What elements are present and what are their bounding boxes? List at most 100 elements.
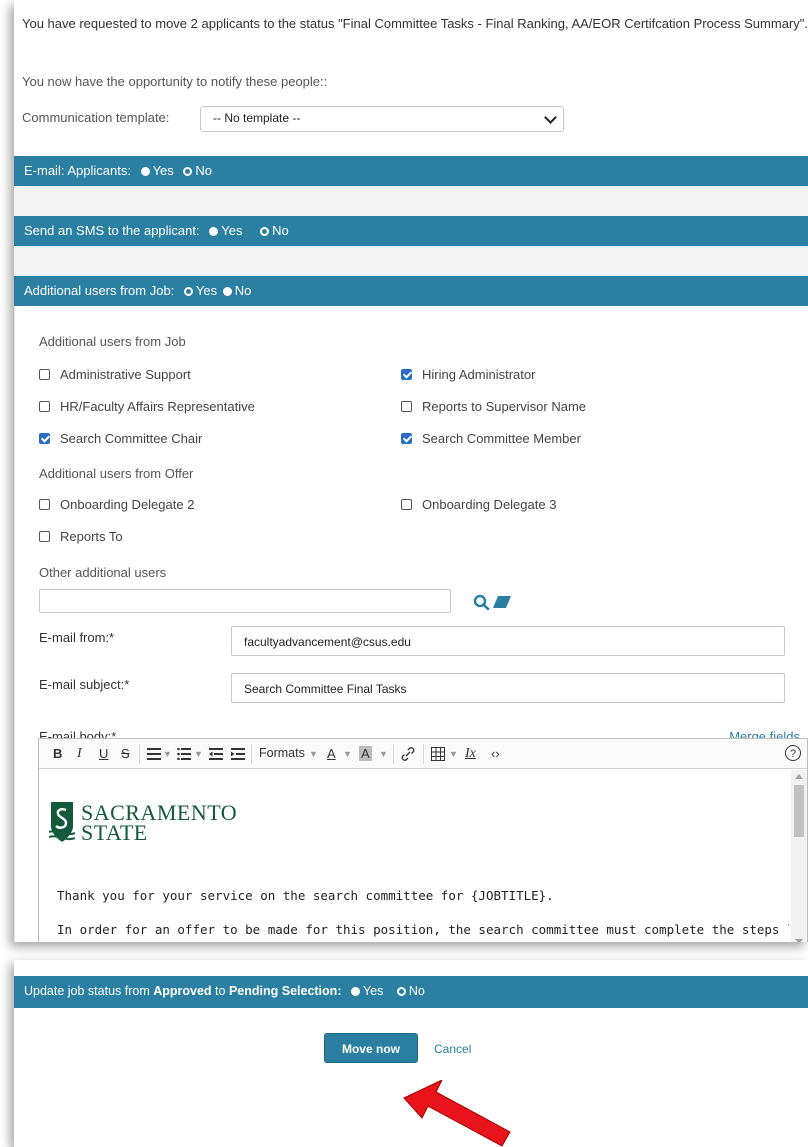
email-from-input[interactable]: facultyadvancement@csus.edu: [231, 626, 785, 656]
checkbox-hr-faculty-affairs[interactable]: HR/Faculty Affairs Representative: [39, 399, 255, 414]
template-label: Communication template:: [22, 110, 170, 125]
checkbox-icon: [39, 401, 50, 412]
email-subject-input[interactable]: Search Committee Final Tasks: [231, 673, 785, 703]
email-body-line: Thank you for your service on the search…: [57, 888, 554, 903]
email-from-label: E-mail from:*: [39, 630, 115, 645]
font-color-button[interactable]: A: [327, 746, 336, 761]
intro-message: You have requested to move 2 applicants …: [22, 16, 808, 31]
checkbox-reports-to-supervisor[interactable]: Reports to Supervisor Name: [401, 399, 586, 414]
additional-users-yes-radio[interactable]: Yes: [183, 283, 217, 298]
section-spacer: [14, 246, 808, 276]
scroll-down-icon[interactable]: [795, 939, 803, 942]
link-icon[interactable]: [401, 747, 415, 761]
indent-icon[interactable]: [231, 748, 245, 760]
chevron-down-icon[interactable]: ▼: [449, 749, 458, 759]
job-status-prefix: Update job status from: [24, 984, 154, 998]
editor-scrollbar[interactable]: [791, 770, 807, 942]
help-icon[interactable]: ?: [785, 745, 801, 761]
email-body-editor[interactable]: B I U S ▼ ▼ Formats ▼ A ▼ A ▼ ▼ Ix ‹› ?: [38, 738, 808, 942]
email-applicants-label: E-mail: Applicants:: [24, 163, 131, 178]
red-pointer-arrow-icon: [403, 1080, 511, 1147]
move-now-button[interactable]: Move now: [324, 1033, 418, 1063]
underline-button[interactable]: U: [99, 746, 108, 761]
email-applicants-yes-radio[interactable]: Yes: [140, 163, 174, 178]
other-users-label: Other additional users: [39, 565, 167, 580]
offer-group-label: Additional users from Offer: [39, 466, 194, 481]
chevron-down-icon: [544, 111, 557, 124]
table-icon[interactable]: [431, 747, 445, 761]
checkbox-icon: [401, 499, 412, 510]
clear-formatting-button[interactable]: Ix: [465, 746, 476, 762]
job-status-bar: Update job status from Approved to Pendi…: [14, 976, 808, 1008]
additional-users-bar: Additional users from Job: Yes No: [14, 276, 808, 306]
toolbar-divider: [139, 744, 140, 764]
checkbox-icon: [39, 531, 50, 542]
other-users-input[interactable]: [39, 589, 451, 613]
radio-unselected-icon: [209, 227, 219, 236]
additional-users-no-radio[interactable]: No: [222, 283, 251, 298]
email-applicants-bar: E-mail: Applicants: Yes No: [14, 156, 808, 186]
checkbox-icon: [401, 401, 412, 412]
communication-template-select[interactable]: -- No template --: [200, 106, 564, 132]
strikethrough-button[interactable]: S: [121, 746, 130, 761]
formats-dropdown[interactable]: Formats: [259, 746, 305, 760]
source-code-icon[interactable]: ‹›: [491, 746, 500, 761]
sms-label: Send an SMS to the applicant:: [24, 223, 200, 238]
email-applicants-no-radio[interactable]: No: [183, 163, 212, 178]
checkbox-checked-icon: [401, 433, 412, 444]
logo-line2: STATE: [81, 820, 148, 845]
radio-unselected-icon: [350, 987, 360, 996]
checkbox-checked-icon: [401, 369, 412, 380]
job-status-middle: to: [211, 984, 229, 998]
scroll-up-icon[interactable]: [795, 774, 803, 779]
notify-text: You now have the opportunity to notify t…: [22, 74, 328, 89]
sms-yes-radio[interactable]: Yes: [209, 223, 242, 238]
job-status-suffix: :: [337, 984, 342, 998]
template-selected-value: -- No template --: [213, 111, 301, 125]
toolbar-divider: [393, 744, 394, 764]
checkbox-icon: [39, 369, 50, 380]
job-status-no-radio[interactable]: No: [396, 984, 425, 998]
chevron-down-icon[interactable]: ▼: [194, 749, 203, 759]
sms-no-radio[interactable]: No: [260, 223, 289, 238]
email-body-line: In order for an offer to be made for thi…: [57, 922, 789, 937]
checkbox-hiring-administrator[interactable]: Hiring Administrator: [401, 367, 535, 382]
section-spacer: [14, 186, 808, 216]
editor-content[interactable]: SACRAMENTO STATE Thank you for your serv…: [39, 770, 789, 942]
chevron-down-icon[interactable]: ▼: [343, 749, 352, 759]
additional-users-label: Additional users from Job:: [24, 283, 175, 298]
search-icon[interactable]: [473, 594, 491, 610]
radio-selected-icon: [396, 987, 406, 996]
scrollbar-thumb[interactable]: [794, 785, 804, 837]
checkbox-reports-to[interactable]: Reports To: [39, 529, 123, 544]
move-applicants-panel: You have requested to move 2 applicants …: [14, 0, 808, 942]
radio-unselected-icon: [140, 167, 150, 176]
eraser-icon[interactable]: [492, 595, 512, 609]
checkbox-icon: [39, 499, 50, 510]
italic-button[interactable]: I: [77, 746, 82, 762]
bold-button[interactable]: B: [53, 746, 62, 761]
checkbox-onboarding-delegate-3[interactable]: Onboarding Delegate 3: [401, 497, 556, 512]
email-subject-label: E-mail subject:*: [39, 677, 130, 692]
bullet-list-icon[interactable]: [177, 748, 191, 760]
chevron-down-icon[interactable]: ▼: [309, 749, 318, 759]
radio-selected-icon: [260, 227, 270, 236]
checkbox-checked-icon: [39, 433, 50, 444]
cancel-button[interactable]: Cancel: [434, 1042, 471, 1056]
chevron-down-icon[interactable]: ▼: [379, 749, 388, 759]
job-group-label: Additional users from Job: [39, 334, 186, 349]
chevron-down-icon[interactable]: ▼: [163, 749, 172, 759]
checkbox-search-committee-member[interactable]: Search Committee Member: [401, 431, 581, 446]
job-status-to: Pending Selection: [228, 984, 338, 998]
checkbox-search-committee-chair[interactable]: Search Committee Chair: [39, 431, 202, 446]
background-color-button[interactable]: A: [359, 746, 372, 761]
job-status-yes-radio[interactable]: Yes: [350, 984, 383, 998]
outdent-icon[interactable]: [209, 748, 223, 760]
logo-mark-icon: [49, 802, 75, 842]
checkbox-onboarding-delegate-2[interactable]: Onboarding Delegate 2: [39, 497, 194, 512]
checkbox-administrative-support[interactable]: Administrative Support: [39, 367, 191, 382]
align-icon[interactable]: [147, 748, 161, 760]
toolbar-divider: [251, 744, 252, 764]
sms-bar: Send an SMS to the applicant: Yes No: [14, 216, 808, 246]
radio-selected-icon: [183, 167, 193, 176]
